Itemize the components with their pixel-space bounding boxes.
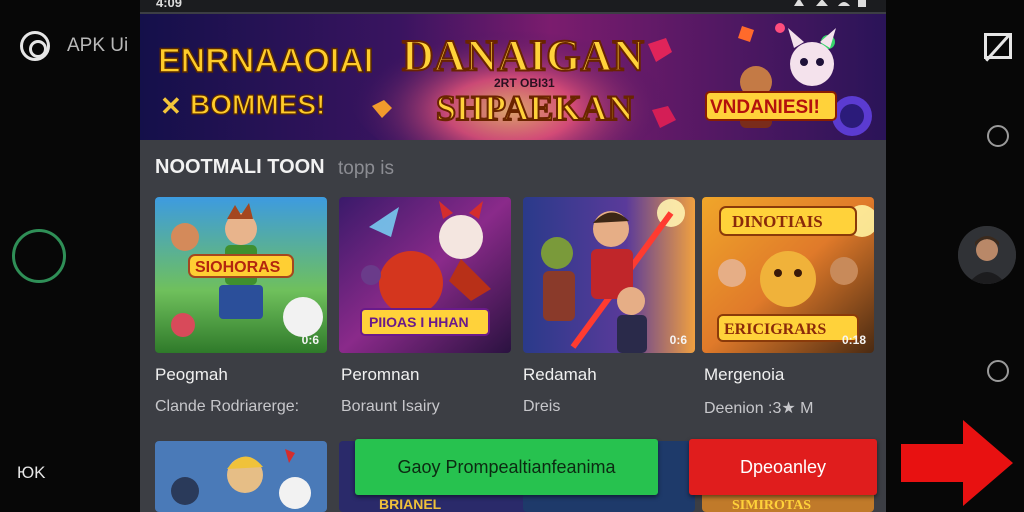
banner-center-bottom: SHPAEKAN xyxy=(436,88,633,128)
game-art-1-label: SIOHORAS xyxy=(195,259,281,276)
banner-art: ENRNAAOIAI ✕ BOMMES! DANAIGAN 2RT OBI31 … xyxy=(140,14,886,140)
game-title-2[interactable]: Peromnan xyxy=(341,365,419,385)
app-label: APK Ui xyxy=(67,35,129,56)
avatar[interactable] xyxy=(958,226,1016,284)
game-subtitle-3: Dreis xyxy=(523,398,561,415)
app-screen: 4:09 ENRNAAOIAI ✕ BOMMES! DANAIGAN 2RT O… xyxy=(140,0,886,512)
game-subtitle-2: Boraunt Isairy xyxy=(341,398,440,415)
promo-banner[interactable]: ENRNAAOIAI ✕ BOMMES! DANAIGAN 2RT OBI31 … xyxy=(140,14,886,140)
game-art-5 xyxy=(155,441,327,512)
status-signal-icons xyxy=(794,0,866,7)
no-edit-icon[interactable] xyxy=(984,33,1012,59)
game-card-5[interactable] xyxy=(155,441,327,512)
section-subtitle[interactable]: topp is xyxy=(338,158,394,180)
game-art-4-bottom-label: ERICIGRARS xyxy=(724,321,826,338)
game-title-3[interactable]: Redamah xyxy=(523,365,597,385)
game-card-2[interactable]: PIIOAS I HHAN xyxy=(339,197,511,353)
game-art-2: PIIOAS I HHAN xyxy=(339,197,511,353)
game-badge-3: 0:6 xyxy=(669,333,687,347)
count-label: ЮK xyxy=(17,463,46,482)
game-art-2-label: PIIOAS I HHAN xyxy=(369,314,469,330)
game-badge-4: 0:18 xyxy=(841,333,866,347)
game-title-1[interactable]: Peogmah xyxy=(155,365,228,385)
radio-circle-icon[interactable] xyxy=(987,125,1009,147)
game-art-1: SIOHORAS xyxy=(155,197,327,353)
status-bar: 4:09 xyxy=(140,0,886,12)
arrow-right-icon[interactable] xyxy=(901,420,1013,506)
game-title-4[interactable]: Mergenoia xyxy=(704,365,784,385)
game-card-1[interactable]: SIOHORAS 0:6 xyxy=(155,197,327,353)
primary-green-button[interactable]: Gaoy Prompealtianfeanima xyxy=(355,439,658,495)
svg-text:✕: ✕ xyxy=(160,91,182,121)
banner-center-title: DANAIGAN xyxy=(402,31,644,80)
section-title: NOOTMALI TOON xyxy=(155,156,325,178)
status-icons xyxy=(792,0,872,11)
banner-left-title: ENRNAAOIAI xyxy=(158,42,373,80)
game-subtitle-1: Clande Rodriarerge: xyxy=(155,398,300,415)
game-card-4[interactable]: DINOTIAIS ERICIGRARS 0:18 xyxy=(702,197,874,353)
game-art-3 xyxy=(523,197,695,353)
game-subtitle-4: Deenion :3★ M xyxy=(704,400,814,417)
banner-right-tag: VNDANIESI! xyxy=(710,97,820,118)
game-art-6-label: BRIANEL xyxy=(379,496,442,512)
game-art-4-label: DINOTIAIS xyxy=(732,212,823,231)
status-time: 4:09 xyxy=(156,0,183,10)
banner-left-subtitle: BOMMES! xyxy=(190,89,325,120)
target-icon[interactable] xyxy=(20,31,50,61)
game-card-3[interactable]: 0:6 xyxy=(523,197,695,353)
game-badge-1: 0:6 xyxy=(301,333,319,347)
home-ring-button[interactable] xyxy=(12,229,66,283)
game-art-4: DINOTIAIS ERICIGRARS xyxy=(702,197,874,353)
radio-circle-icon[interactable] xyxy=(987,360,1009,382)
game-art-8-label: SIMIROTAS xyxy=(732,498,811,512)
screenshot-stage: APK Ui ЮK 4:09 ENRNAAOIAI ✕ BOMMES! DANA… xyxy=(0,0,1024,512)
secondary-red-button[interactable]: Dpeoanley xyxy=(689,439,877,495)
